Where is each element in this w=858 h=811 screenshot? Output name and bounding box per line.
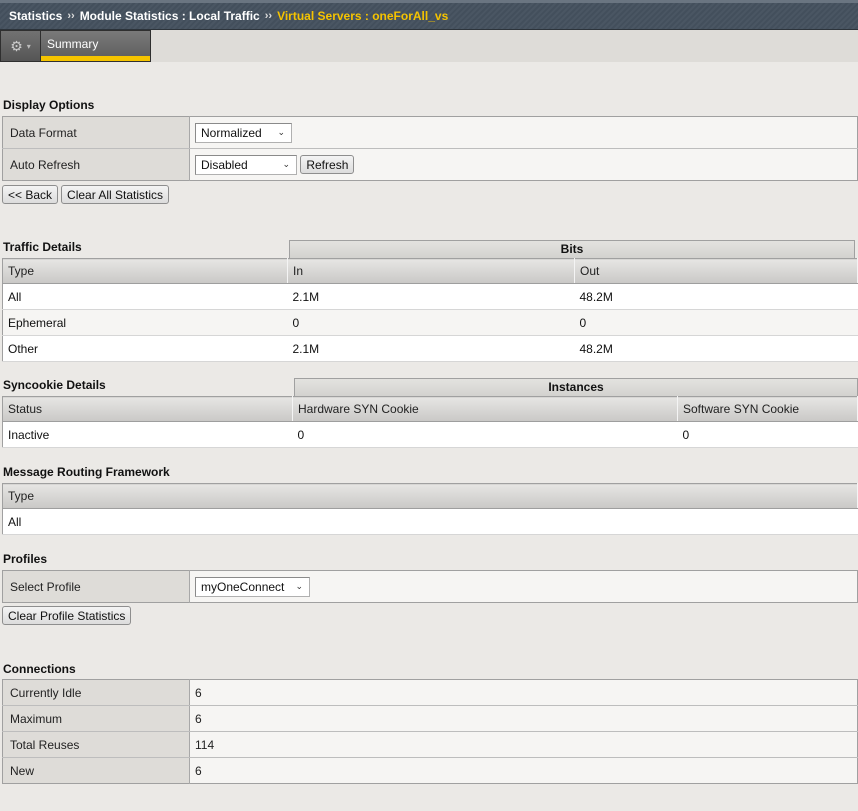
gear-menu-button[interactable]: ⚙ ▾ — [0, 30, 41, 62]
connection-value: 114 — [189, 731, 858, 758]
table-row: Ephemeral 0 0 — [2, 309, 858, 336]
display-options-table: Data Format Normalized ⌄ Auto Refresh Di… — [2, 116, 858, 181]
in-cell: 0 — [287, 309, 575, 336]
status-cell: Inactive — [2, 421, 293, 448]
data-format-label: Data Format — [2, 116, 190, 149]
connection-value: 6 — [189, 679, 858, 706]
connection-value: 6 — [189, 757, 858, 784]
column-header-hardware-syn-cookie[interactable]: Hardware SYN Cookie — [292, 396, 678, 422]
auto-refresh-select[interactable]: Disabled ⌄ — [195, 154, 297, 175]
syncookie-details-table: Status Hardware SYN Cookie Software SYN … — [2, 396, 858, 448]
auto-refresh-value: Disabled — [201, 157, 248, 172]
data-format-select[interactable]: Normalized ⌄ — [195, 122, 292, 143]
display-options-title: Display Options — [3, 98, 95, 112]
traffic-details-table: Type In Out All 2.1M 48.2M Ephemeral 0 0… — [2, 258, 858, 362]
tab-bar: ⚙ ▾ Summary — [0, 30, 858, 62]
connections-table: Currently Idle 6 Maximum 6 Total Reuses … — [2, 679, 858, 784]
table-row: Inactive 0 0 — [2, 421, 858, 448]
out-cell: 0 — [574, 309, 858, 336]
select-profile-value: myOneConnect — [201, 579, 285, 594]
connection-label: Maximum — [2, 705, 190, 732]
column-header-software-syn-cookie[interactable]: Software SYN Cookie — [677, 396, 858, 422]
syncookie-details-title: Syncookie Details — [3, 378, 106, 392]
chevron-down-icon: ⌄ — [295, 581, 303, 591]
instances-group-header: Instances — [294, 378, 858, 396]
table-row: New 6 — [2, 757, 858, 784]
table-row: Other 2.1M 48.2M — [2, 335, 858, 362]
table-row: All — [2, 508, 858, 535]
back-button[interactable]: << Back — [2, 185, 59, 204]
clear-all-statistics-button[interactable]: Clear All Statistics — [61, 185, 170, 204]
breadcrumb-current: Virtual Servers : oneForAll_vs — [277, 9, 449, 23]
breadcrumb-separator: ›› — [67, 10, 75, 22]
connection-value: 6 — [189, 705, 858, 732]
type-cell: Ephemeral — [2, 309, 288, 336]
chevron-down-icon: ⌄ — [277, 127, 285, 137]
column-header-type[interactable]: Type — [2, 258, 288, 284]
breadcrumb-module-statistics[interactable]: Module Statistics : Local Traffic — [80, 9, 260, 23]
out-cell: 48.2M — [574, 283, 858, 310]
column-header-type[interactable]: Type — [2, 483, 858, 509]
mrf-title: Message Routing Framework — [3, 465, 170, 479]
out-cell: 48.2M — [574, 335, 858, 362]
chevron-down-icon: ▾ — [26, 41, 31, 51]
column-header-out[interactable]: Out — [574, 258, 858, 284]
type-cell: All — [2, 283, 288, 310]
connection-label: Total Reuses — [2, 731, 190, 758]
connections-title: Connections — [3, 662, 76, 676]
select-profile-label: Select Profile — [2, 570, 190, 603]
connection-label: New — [2, 757, 190, 784]
gear-icon: ⚙ — [10, 37, 23, 54]
refresh-button[interactable]: Refresh — [300, 155, 355, 174]
column-header-in[interactable]: In — [287, 258, 575, 284]
bits-group-header: Bits — [289, 240, 855, 258]
tab-summary-label: Summary — [47, 37, 99, 51]
table-row: Maximum 6 — [2, 705, 858, 732]
data-format-value: Normalized — [201, 125, 262, 140]
table-row: All 2.1M 48.2M — [2, 283, 858, 310]
type-cell: All — [2, 508, 858, 535]
in-cell: 2.1M — [287, 283, 575, 310]
column-header-status[interactable]: Status — [2, 396, 293, 422]
auto-refresh-label: Auto Refresh — [2, 148, 190, 181]
traffic-details-title: Traffic Details — [3, 240, 82, 254]
table-row: Currently Idle 6 — [2, 679, 858, 706]
clear-profile-statistics-button[interactable]: Clear Profile Statistics — [2, 606, 132, 625]
connection-label: Currently Idle — [2, 679, 190, 706]
type-cell: Other — [2, 335, 288, 362]
profiles-table: Select Profile myOneConnect ⌄ — [2, 570, 858, 603]
breadcrumb: Statistics ›› Module Statistics : Local … — [0, 0, 858, 30]
profiles-title: Profiles — [3, 552, 48, 566]
breadcrumb-statistics[interactable]: Statistics — [9, 9, 62, 23]
chevron-down-icon: ⌄ — [282, 159, 290, 169]
select-profile-dropdown[interactable]: myOneConnect ⌄ — [195, 576, 310, 597]
table-row: Total Reuses 114 — [2, 731, 858, 758]
active-tab-indicator — [41, 56, 150, 61]
mrf-table: Type All — [2, 483, 858, 535]
software-syn-cookie-cell: 0 — [677, 421, 858, 448]
hardware-syn-cookie-cell: 0 — [292, 421, 678, 448]
in-cell: 2.1M — [287, 335, 575, 362]
breadcrumb-separator: ›› — [264, 10, 273, 22]
tab-summary[interactable]: Summary — [41, 30, 151, 62]
